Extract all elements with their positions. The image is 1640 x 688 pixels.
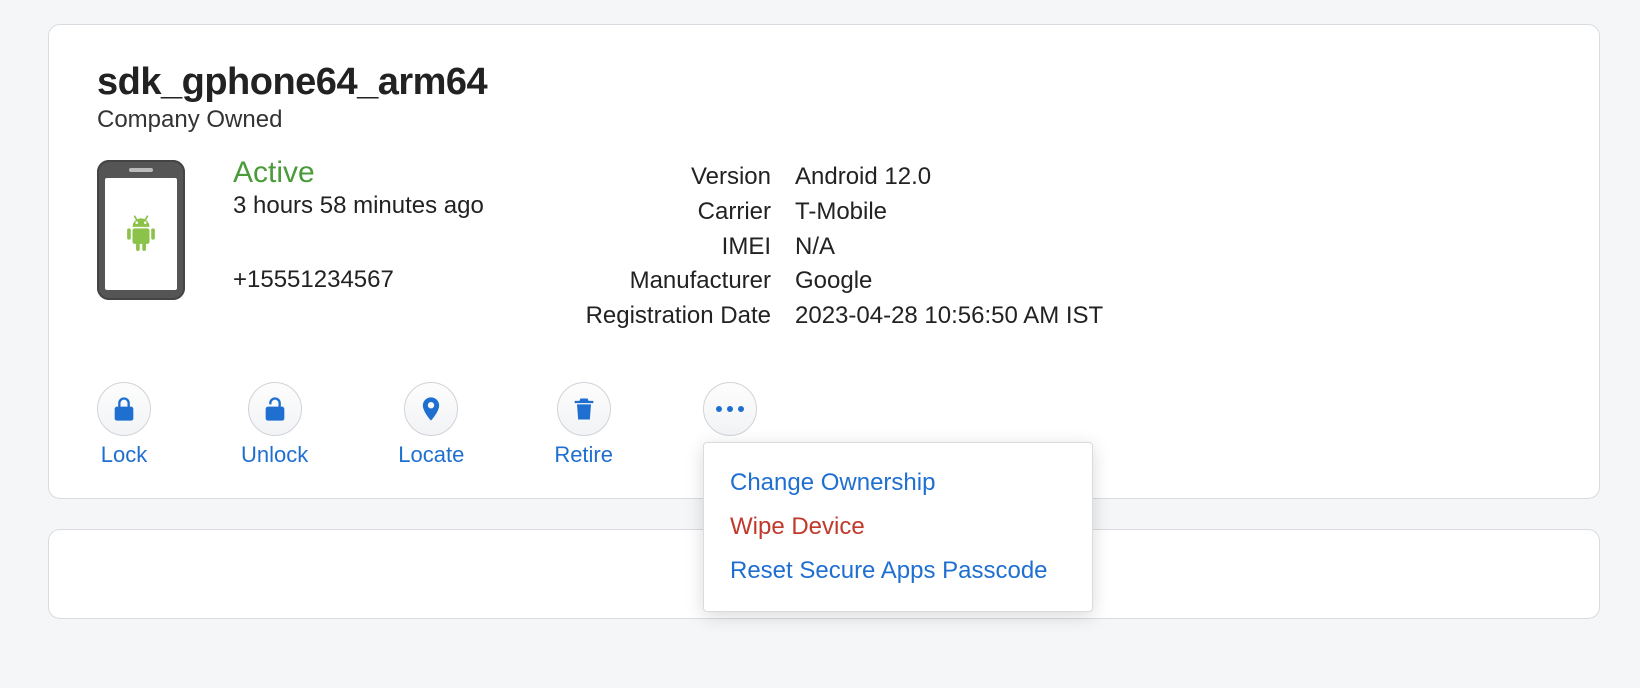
device-status-column: Active 3 hours 58 minutes ago +155512345… (233, 160, 493, 294)
device-summary-row: Active 3 hours 58 minutes ago +155512345… (97, 160, 1559, 334)
info-row-manufacturer: Manufacturer Google (561, 264, 1103, 299)
retire-label: Retire (554, 442, 613, 468)
lock-icon (97, 382, 151, 436)
info-label-registration: Registration Date (561, 299, 771, 334)
retire-icon (557, 382, 611, 436)
info-label-imei: IMEI (561, 230, 771, 265)
info-value-version: Android 12.0 (795, 160, 931, 195)
locate-button[interactable]: Locate (398, 382, 464, 468)
device-last-seen: 3 hours 58 minutes ago (233, 192, 493, 220)
more-icon (703, 382, 757, 436)
info-row-carrier: Carrier T-Mobile (561, 195, 1103, 230)
locate-icon (404, 382, 458, 436)
device-status: Active (233, 156, 493, 190)
info-value-manufacturer: Google (795, 264, 872, 299)
more-actions-button[interactable] (703, 382, 757, 436)
device-name: sdk_gphone64_arm64 (97, 61, 1559, 104)
device-phone: +15551234567 (233, 266, 493, 294)
info-row-version: Version Android 12.0 (561, 160, 1103, 195)
info-row-imei: IMEI N/A (561, 230, 1103, 265)
lock-label: Lock (101, 442, 147, 468)
unlock-icon (248, 382, 302, 436)
device-speaker-icon (129, 168, 153, 172)
info-label-version: Version (561, 160, 771, 195)
device-ownership: Company Owned (97, 106, 1559, 134)
locate-label: Locate (398, 442, 464, 468)
android-icon (124, 214, 158, 254)
menu-wipe-device[interactable]: Wipe Device (704, 505, 1092, 549)
info-label-carrier: Carrier (561, 195, 771, 230)
menu-reset-passcode[interactable]: Reset Secure Apps Passcode (704, 549, 1092, 593)
device-info-table: Version Android 12.0 Carrier T-Mobile IM… (561, 160, 1103, 334)
unlock-label: Unlock (241, 442, 308, 468)
lock-button[interactable]: Lock (97, 382, 151, 468)
info-value-registration: 2023-04-28 10:56:50 AM IST (795, 299, 1103, 334)
menu-change-ownership[interactable]: Change Ownership (704, 461, 1092, 505)
more-actions-dropdown: Change Ownership Wipe Device Reset Secur… (703, 442, 1093, 612)
info-label-manufacturer: Manufacturer (561, 264, 771, 299)
info-value-imei: N/A (795, 230, 835, 265)
device-summary-card: sdk_gphone64_arm64 Company Owned (48, 24, 1600, 499)
device-actions-row: Lock Unlock Locate Retire (97, 382, 1559, 468)
info-value-carrier: T-Mobile (795, 195, 887, 230)
device-screen (105, 178, 177, 290)
more-actions-wrapper: Change Ownership Wipe Device Reset Secur… (703, 382, 757, 436)
retire-button[interactable]: Retire (554, 382, 613, 468)
device-image (97, 160, 185, 300)
unlock-button[interactable]: Unlock (241, 382, 308, 468)
info-row-registration: Registration Date 2023-04-28 10:56:50 AM… (561, 299, 1103, 334)
